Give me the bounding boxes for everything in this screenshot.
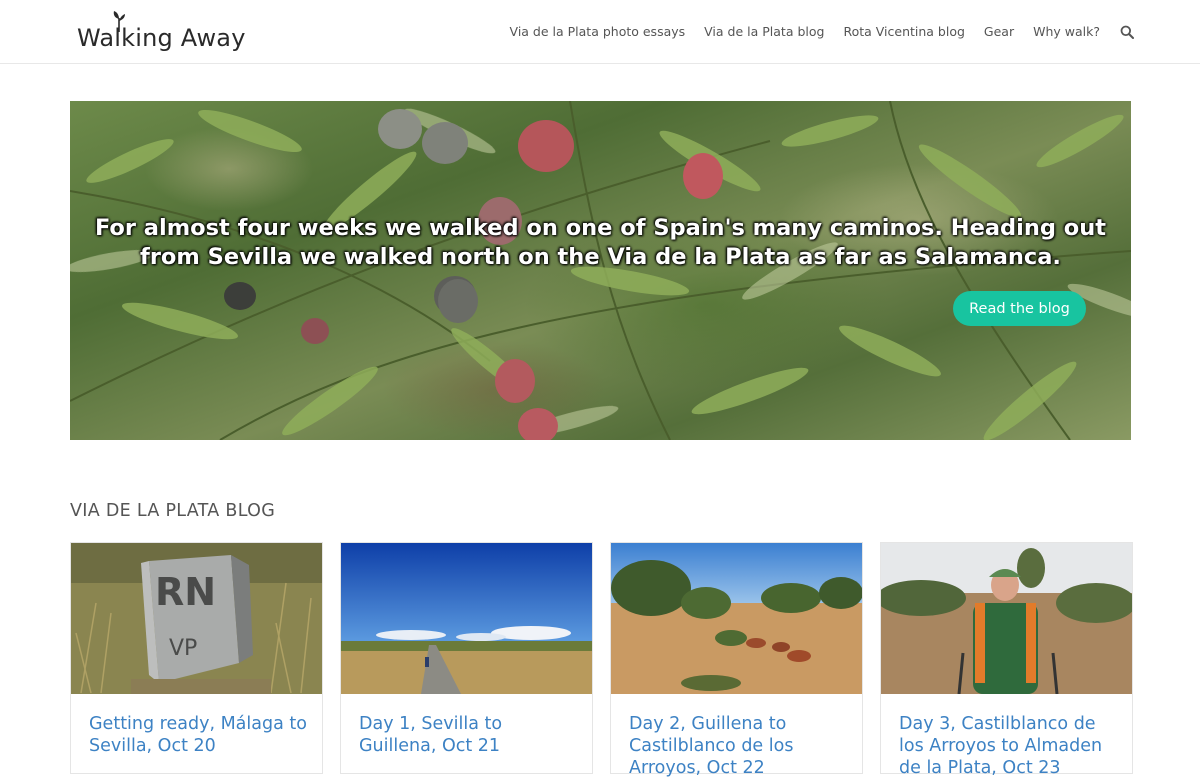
read-blog-button[interactable]: Read the blog: [953, 291, 1086, 326]
card-thumbnail[interactable]: RN VP: [71, 543, 322, 694]
blog-card[interactable]: Day 3, Castilblanco de los Arroyos to Al…: [880, 542, 1133, 778]
card-thumbnail[interactable]: [341, 543, 592, 694]
card-title[interactable]: Day 3, Castilblanco de los Arroyos to Al…: [899, 713, 1119, 779]
nav-vdlp-blog[interactable]: Via de la Plata blog: [704, 24, 824, 39]
nav-rota-vicentina-blog[interactable]: Rota Vicentina blog: [843, 24, 964, 39]
site-header: Walking Away Via de la Plata photo essay…: [0, 0, 1200, 64]
search-icon[interactable]: [1120, 25, 1134, 39]
hero-banner: For almost four weeks we walked on one o…: [70, 101, 1131, 440]
card-thumbnail[interactable]: [881, 543, 1132, 694]
svg-text:RN: RN: [155, 570, 216, 614]
svg-text:VP: VP: [169, 636, 197, 661]
card-title[interactable]: Day 2, Guillena to Castilblanco de los A…: [629, 713, 849, 779]
main-nav: Via de la Plata photo essays Via de la P…: [491, 24, 1134, 39]
blog-card[interactable]: RN VP Getting ready, Málaga to Sevilla, …: [70, 542, 323, 774]
card-thumbnail[interactable]: [611, 543, 862, 694]
nav-photo-essays[interactable]: Via de la Plata photo essays: [510, 24, 686, 39]
logo-text: Walking Away: [77, 24, 246, 52]
site-logo[interactable]: Walking Away: [77, 10, 247, 56]
hero-headline: For almost four weeks we walked on one o…: [94, 215, 1107, 270]
section-title: VIA DE LA PLATA BLOG: [70, 501, 276, 521]
blog-card[interactable]: Day 2, Guillena to Castilblanco de los A…: [610, 542, 863, 778]
blog-card[interactable]: Day 1, Sevilla to Guillena, Oct 21: [340, 542, 593, 774]
card-title[interactable]: Getting ready, Málaga to Sevilla, Oct 20: [89, 713, 309, 757]
card-title[interactable]: Day 1, Sevilla to Guillena, Oct 21: [359, 713, 579, 757]
nav-why-walk[interactable]: Why walk?: [1033, 24, 1100, 39]
nav-gear[interactable]: Gear: [984, 24, 1014, 39]
